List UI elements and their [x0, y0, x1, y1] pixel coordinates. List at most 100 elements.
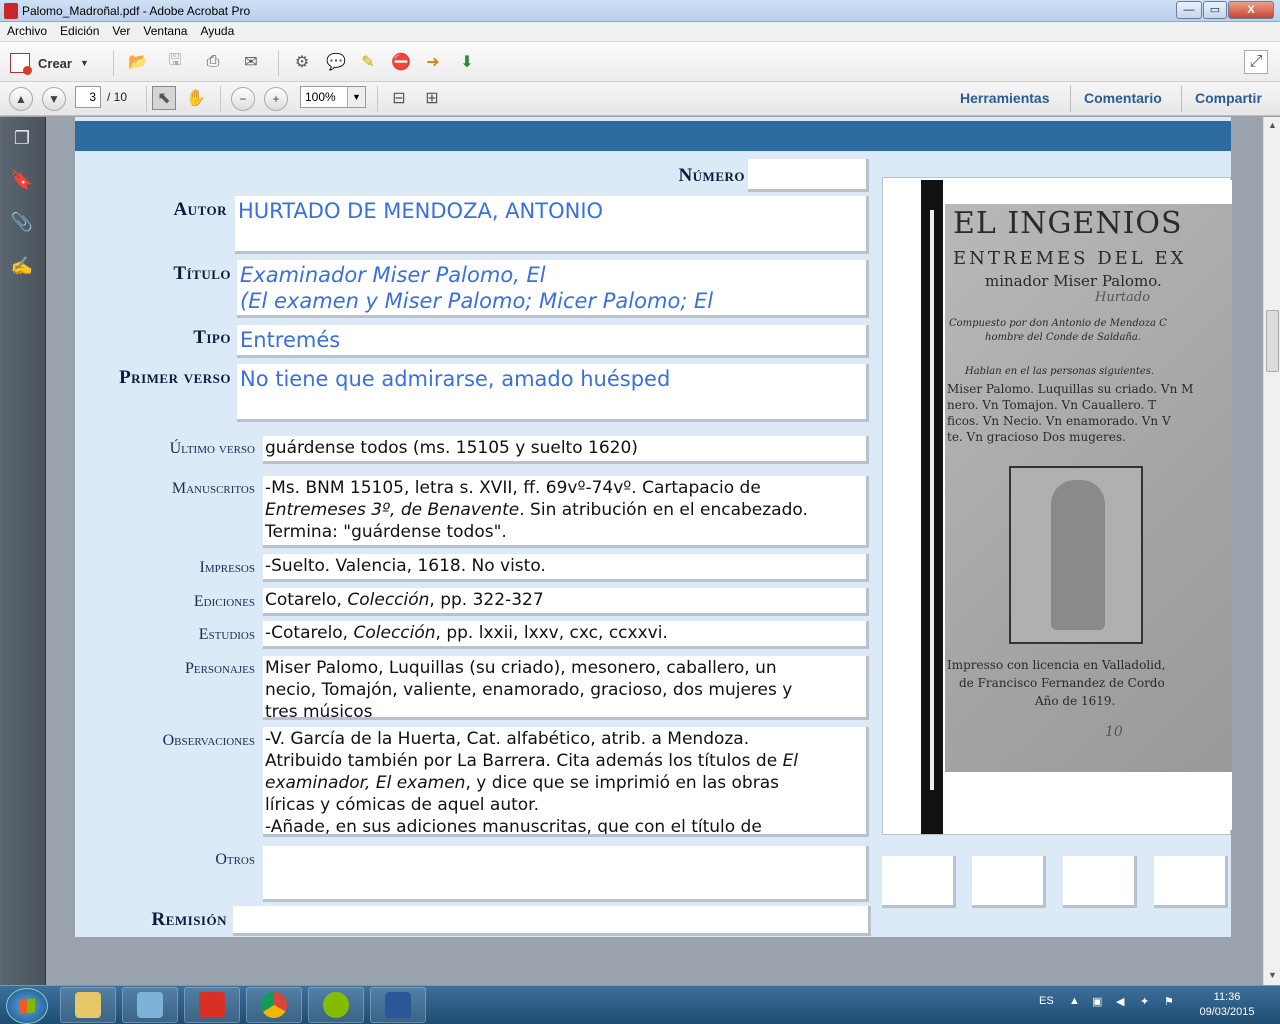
- show-hidden-icons-icon[interactable]: ▲: [1069, 995, 1080, 1007]
- toolbar-divider: [113, 50, 114, 76]
- spotify-icon: [323, 992, 349, 1018]
- observaciones-line-2: Atribuido también por La Barrera. Cita a…: [265, 750, 866, 772]
- numero-field[interactable]: [748, 159, 869, 192]
- image-slot-1[interactable]: [882, 856, 956, 908]
- folder-icon: [75, 992, 101, 1018]
- crear-label: Crear: [38, 55, 72, 71]
- title-page: EL INGENIOS ENTREMES DEL EX minador Mise…: [945, 204, 1232, 772]
- scan-line-15: 10: [1105, 724, 1123, 740]
- crear-button[interactable]: Crear ▼: [10, 52, 89, 75]
- vertical-scrollbar[interactable]: ▲ ▼: [1263, 117, 1280, 985]
- language-indicator[interactable]: ES: [1039, 995, 1054, 1007]
- email-icon[interactable]: ✉: [239, 50, 263, 74]
- scroll-down-icon[interactable]: ▼: [1264, 967, 1280, 984]
- estudios-field[interactable]: -Cotarelo, Colección, pp. lxxii, lxxv, c…: [263, 621, 869, 649]
- herramientas-link[interactable]: Herramientas: [960, 90, 1050, 106]
- action-center-icon[interactable]: ⚑: [1164, 995, 1174, 1008]
- picture-icon: [137, 992, 163, 1018]
- network-icon[interactable]: ▣: [1092, 995, 1102, 1008]
- manuscritos-line-2-rest: . Sin atribución en el encabezado.: [519, 500, 808, 520]
- taskbar-chrome[interactable]: [246, 987, 302, 1023]
- toolbar-divider: [377, 86, 378, 112]
- manuscritos-line-1: -Ms. BNM 15105, letra s. XVII, ff. 69vº-…: [265, 478, 761, 498]
- export-icon[interactable]: ➜: [421, 50, 445, 74]
- comentario-link[interactable]: Comentario: [1084, 90, 1162, 106]
- taskbar-photos[interactable]: [122, 987, 178, 1023]
- personajes-field[interactable]: Miser Palomo, Luquillas (su criado), mes…: [263, 656, 869, 720]
- volume-icon[interactable]: ◀: [1116, 995, 1124, 1008]
- sign-icon[interactable]: ✎: [356, 50, 380, 74]
- image-slot-4[interactable]: [1154, 856, 1228, 908]
- autor-field[interactable]: HURTADO DE MENDOZA, ANTONIO: [235, 196, 869, 254]
- otros-field[interactable]: [263, 846, 869, 902]
- manuscritos-field[interactable]: -Ms. BNM 15105, letra s. XVII, ff. 69vº-…: [263, 476, 869, 548]
- titulo-field[interactable]: Examinador Miser Palomo, El (El examen y…: [237, 260, 869, 318]
- taskbar-spotify[interactable]: [308, 987, 364, 1023]
- fit-width-icon[interactable]: ⊞: [420, 86, 444, 110]
- scan-line-9: nero. Vn Tomajon. Vn Cauallero. T: [947, 398, 1157, 412]
- primer-verso-label: Primer verso: [119, 367, 231, 388]
- observaciones-line-3-italic: examinador, El examen: [265, 773, 466, 793]
- titulo-label: Título: [173, 263, 231, 284]
- taskbar-explorer[interactable]: [60, 987, 116, 1023]
- menu-ver[interactable]: Ver: [105, 22, 136, 38]
- attachment-icon[interactable]: 📎: [9, 209, 35, 235]
- close-button[interactable]: X: [1228, 1, 1274, 19]
- dropbox-icon[interactable]: ✦: [1140, 995, 1149, 1008]
- manuscritos-line-3: Termina: "guárdense todos".: [265, 522, 507, 542]
- personajes-line-3: tres músicos: [265, 702, 373, 720]
- compartir-link[interactable]: Compartir: [1195, 90, 1262, 106]
- menu-ventana[interactable]: Ventana: [136, 22, 193, 38]
- image-slot-3[interactable]: [1063, 856, 1137, 908]
- ultimo-verso-field[interactable]: guárdense todos (ms. 15105 y suelto 1620…: [263, 436, 869, 464]
- titulo-line-1: Examinador Miser Palomo, El: [240, 263, 546, 287]
- tipo-label: Tipo: [193, 327, 231, 348]
- menu-ayuda[interactable]: Ayuda: [193, 22, 240, 38]
- ediciones-field[interactable]: Cotarelo, Colección, pp. 322-327: [263, 588, 869, 616]
- start-button[interactable]: [6, 988, 48, 1024]
- taskbar-word[interactable]: [370, 987, 426, 1023]
- zoom-select[interactable]: 100% ▼: [300, 86, 366, 108]
- select-cursor-icon[interactable]: ⬉: [152, 86, 176, 110]
- open-folder-icon[interactable]: 📂: [126, 50, 150, 74]
- fit-page-icon[interactable]: ⊟: [387, 86, 411, 110]
- comment-icon[interactable]: 💬: [324, 50, 348, 74]
- scan-line-1: EL INGENIOS: [953, 206, 1183, 241]
- previous-page-icon[interactable]: ▲: [9, 87, 33, 111]
- zoom-out-icon[interactable]: −: [231, 87, 255, 111]
- scroll-up-icon[interactable]: ▲: [1264, 117, 1280, 134]
- observaciones-field[interactable]: -V. García de la Huerta, Cat. alfabético…: [263, 727, 869, 837]
- hand-tool-icon[interactable]: ✋: [184, 86, 208, 110]
- system-clock[interactable]: 11:36 09/03/2015: [1196, 990, 1258, 1020]
- minimize-button[interactable]: —: [1176, 1, 1202, 19]
- fullscreen-icon[interactable]: ⤢: [1244, 50, 1268, 74]
- gear-icon[interactable]: ⚙: [290, 50, 314, 74]
- secure-icon[interactable]: ⛔: [389, 50, 413, 74]
- menu-archivo[interactable]: Archivo: [0, 22, 53, 38]
- scan-line-2: ENTREMES DEL EX: [953, 248, 1187, 269]
- page-number-input[interactable]: 3: [75, 86, 101, 108]
- woodcut-illustration: [1009, 466, 1143, 644]
- scrollbar-thumb[interactable]: [1266, 310, 1279, 372]
- remision-field[interactable]: [233, 906, 871, 936]
- zoom-in-icon[interactable]: +: [264, 87, 288, 111]
- observaciones-line-1: -V. García de la Huerta, Cat. alfabético…: [265, 729, 750, 749]
- image-slot-2[interactable]: [972, 856, 1046, 908]
- save-icon[interactable]: 🖫: [163, 50, 187, 74]
- manuscritos-line-2-italic: Entremeses 3º, de Benavente: [265, 500, 520, 520]
- menu-edicion[interactable]: Edición: [53, 22, 105, 38]
- chevron-down-icon[interactable]: ▼: [347, 87, 365, 107]
- print-icon[interactable]: ⎙: [201, 50, 225, 74]
- impresos-field[interactable]: -Suelto. Valencia, 1618. No visto.: [263, 554, 869, 582]
- bookmark-icon[interactable]: 🔖: [9, 167, 35, 193]
- taskbar-acrobat[interactable]: [184, 987, 240, 1023]
- primer-verso-field[interactable]: No tiene que admirarse, amado huésped: [237, 364, 869, 422]
- page-thumbnails-icon[interactable]: ❐: [9, 125, 35, 151]
- scan-line-11: te. Vn gracioso Dos mugeres.: [947, 430, 1126, 444]
- share-icon[interactable]: ⬇: [455, 50, 479, 74]
- observaciones-line-5: -Añade, en sus adiciones manuscritas, qu…: [265, 817, 762, 837]
- signature-icon[interactable]: ✍: [9, 253, 35, 279]
- tipo-field[interactable]: Entremés: [237, 325, 869, 358]
- maximize-button[interactable]: ▭: [1203, 1, 1227, 19]
- next-page-icon[interactable]: ▼: [42, 87, 66, 111]
